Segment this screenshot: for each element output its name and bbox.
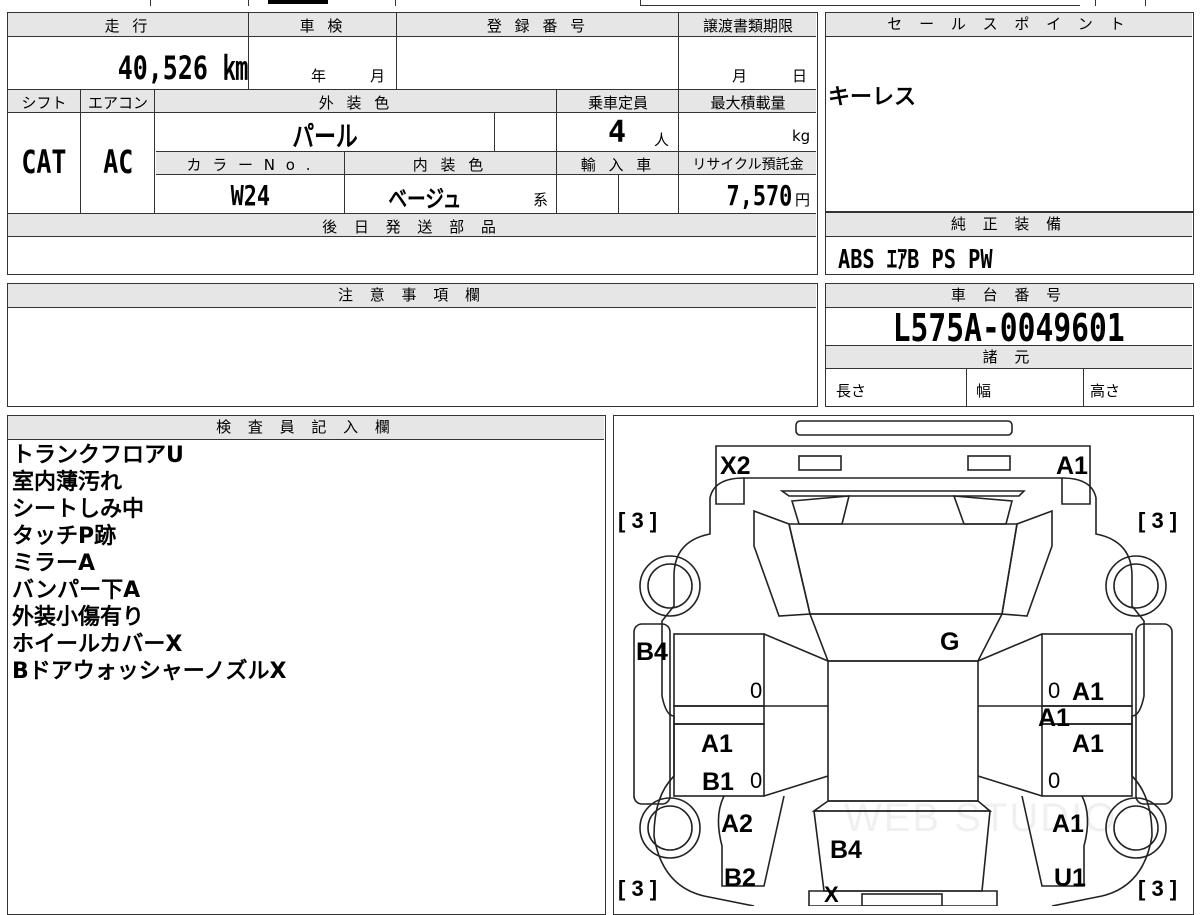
inspector-notes-box: 検 査 員 記 入 欄 トランクフロアU 室内薄汚れ シートしみ中 タッチP跡 … xyxy=(7,415,606,915)
top-strip xyxy=(0,0,1200,8)
shift-value: CAT xyxy=(21,143,67,181)
note-item: 室内薄汚れ xyxy=(12,470,123,495)
exterior-color-header: 外 装 色 xyxy=(318,94,394,112)
label-bumper-left: B2 xyxy=(724,864,756,892)
chassis-number: L575A-0049601 xyxy=(892,306,1125,350)
note-item: タッチP跡 xyxy=(12,524,117,549)
recycle-unit: 円 xyxy=(795,191,811,209)
width-label: 幅 xyxy=(976,382,992,400)
label-sill-left: B1 xyxy=(702,768,734,796)
label-tire-front-left: [ 3 ] xyxy=(618,876,658,901)
label-front-center: X xyxy=(824,882,839,907)
later-parts-header: 後 日 発 送 部 品 xyxy=(322,218,502,236)
note-item: バンパー下A xyxy=(12,578,141,603)
label-rear-left: X2 xyxy=(720,452,751,480)
ac-header: エアコン xyxy=(87,94,148,112)
transfer-month: 月 xyxy=(732,67,748,85)
genuine-equipment-text: ABS ｴｱB PS PW xyxy=(838,245,993,275)
interior-color-header: 内 装 色 xyxy=(412,156,488,174)
sales-points-text: キーレス xyxy=(828,85,917,110)
color-number-header: カ ラ ー N o . xyxy=(186,156,314,174)
label-tire-rear-right: [ 3 ] xyxy=(1138,508,1178,533)
capacity-unit: 人 xyxy=(654,131,670,149)
label-zero-left-front: 0 xyxy=(750,768,763,793)
registration-header: 登 録 番 号 xyxy=(486,17,590,35)
label-zero-left-rear: 0 xyxy=(750,678,763,703)
note-item: シートしみ中 xyxy=(12,497,145,522)
car-diagram-box: X2 A1 [ 3 ] [ 3 ] B4 G 0 0 A1 A1 A1 A1 B… xyxy=(613,415,1194,915)
color-number-value: W24 xyxy=(230,179,270,212)
spec-header: 諸 元 xyxy=(826,345,1192,369)
chassis-header: 車 台 番 号 xyxy=(826,284,1192,308)
label-fender-left: A2 xyxy=(721,810,753,838)
sales-points-box: セ ー ル ス ポ イ ン ト キーレス xyxy=(825,12,1194,212)
max-load-header: 最大積載量 xyxy=(710,94,786,112)
label-rear-right: A1 xyxy=(1056,452,1088,480)
label-door-left-front: A1 xyxy=(701,730,733,758)
label-door-right-rear: A1 xyxy=(1072,678,1104,706)
import-header: 輸 入 車 xyxy=(580,156,656,174)
mileage-header: 走 行 xyxy=(104,17,152,35)
max-load-unit: kg xyxy=(792,127,811,145)
transfer-deadline-header: 譲渡書類期限 xyxy=(702,17,793,35)
recycle-header: リサイクル預託金 xyxy=(692,157,804,173)
vehicle-info-table: 走 行 車 検 登 録 番 号 譲渡書類期限 40,526 ㎞ 年 月 月 日 … xyxy=(7,12,818,275)
exterior-color-value: パール xyxy=(292,120,358,153)
genuine-equipment-box: 純 正 装 備 ABS ｴｱB PS PW xyxy=(825,212,1194,275)
caution-box: 注 意 事 項 欄 xyxy=(7,283,818,407)
interior-color-value: ベージュ xyxy=(388,185,462,213)
mileage-value: 40,526 ㎞ xyxy=(117,49,248,87)
label-zero-right-front: 0 xyxy=(1048,768,1061,793)
note-item: 外装小傷有り xyxy=(12,605,145,630)
interior-color-suffix: 系 xyxy=(533,191,549,209)
inspection-year: 年 xyxy=(311,67,327,85)
caution-header: 注 意 事 項 欄 xyxy=(8,284,816,308)
label-bumper-right: U1 xyxy=(1054,864,1086,892)
note-item: ミラーA xyxy=(12,551,96,576)
height-label: 高さ xyxy=(1090,382,1121,400)
label-tire-front-right: [ 3 ] xyxy=(1138,876,1178,901)
inspection-header: 車 検 xyxy=(299,17,347,35)
label-pillar-right: A1 xyxy=(1038,704,1070,732)
sales-points-header: セ ー ル ス ポ イ ン ト xyxy=(826,13,1192,37)
label-tire-rear-left: [ 3 ] xyxy=(618,508,658,533)
recycle-value: 7,570 xyxy=(726,179,792,212)
inspector-notes-list: トランクフロアU 室内薄汚れ シートしみ中 タッチP跡 ミラーA バンパー下A … xyxy=(12,442,286,685)
label-zero-right-rear: 0 xyxy=(1048,678,1061,703)
capacity-header: 乗車定員 xyxy=(587,94,648,112)
genuine-equipment-header: 純 正 装 備 xyxy=(826,213,1192,237)
inspector-header: 検 査 員 記 入 欄 xyxy=(8,416,604,440)
note-item: トランクフロアU xyxy=(12,443,184,468)
chassis-box: 車 台 番 号 L575A-0049601 諸 元 長さ 幅 高さ xyxy=(825,283,1194,407)
ac-value: AC xyxy=(102,143,134,181)
capacity-value: 4 xyxy=(608,115,627,150)
transfer-day: 日 xyxy=(792,67,808,85)
note-item: ホイールカバーX xyxy=(12,632,183,657)
label-roof: G xyxy=(940,628,960,656)
watermark: WEB STUDIO xyxy=(844,796,1118,840)
shift-header: シフト xyxy=(21,94,67,112)
label-door-right-front: A1 xyxy=(1072,730,1104,758)
inspection-month: 月 xyxy=(370,67,386,85)
length-label: 長さ xyxy=(836,382,867,400)
label-quarter-left: B4 xyxy=(636,638,668,666)
note-item: BドアウォッシャーノズルX xyxy=(12,659,287,684)
